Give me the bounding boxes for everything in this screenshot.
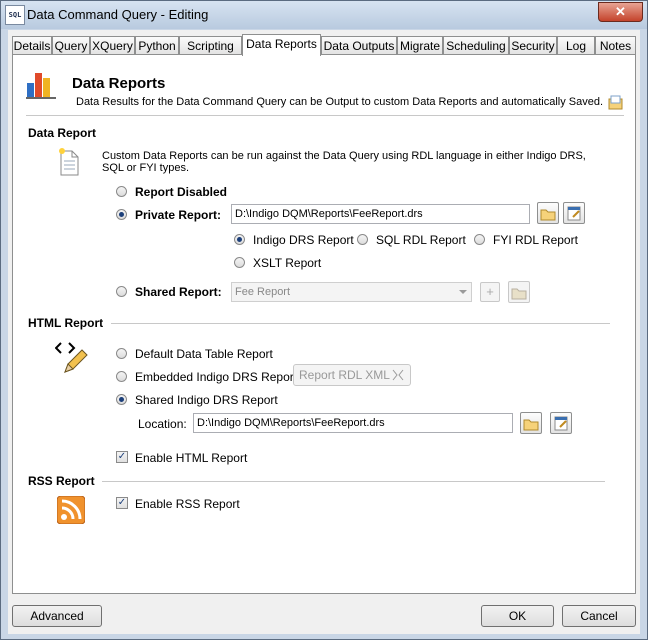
private-report-label[interactable]: Private Report:: [135, 208, 221, 222]
page-title: Data Reports: [72, 75, 166, 92]
open-folder-icon[interactable]: [608, 95, 624, 111]
edit-private-report-button[interactable]: [563, 202, 585, 224]
fyi-rdl-report-label[interactable]: FYI RDL Report: [493, 233, 578, 247]
rss-report-section-title: RSS Report: [28, 474, 95, 488]
private-report-path-input[interactable]: D:\Indigo DQM\Reports\FeeReport.drs: [231, 204, 530, 224]
default-data-table-report-radio[interactable]: [116, 348, 127, 359]
folder-icon: [511, 288, 527, 300]
html-code-pencil-icon: [55, 342, 88, 373]
indigo-drs-report-radio[interactable]: [234, 234, 245, 245]
shared-report-dropdown[interactable]: Fee Report: [231, 282, 472, 302]
report-rdl-xml-label: Report RDL XML: [299, 368, 390, 382]
indigo-drs-report-label[interactable]: Indigo DRS Report: [253, 233, 354, 247]
tab-security[interactable]: Security: [509, 36, 557, 54]
private-report-radio[interactable]: [116, 209, 127, 220]
chevron-down-icon: [459, 290, 467, 294]
enable-rss-report-checkbox[interactable]: ✓: [116, 497, 128, 509]
tab-data-outputs[interactable]: Data Outputs: [321, 36, 397, 54]
enable-html-report-label[interactable]: Enable HTML Report: [135, 451, 247, 465]
edit-document-icon: [567, 206, 581, 221]
page-description: Data Results for the Data Command Query …: [76, 96, 604, 108]
shared-indigo-drs-report-radio[interactable]: [116, 394, 127, 405]
data-report-section-title: Data Report: [28, 126, 97, 140]
folder-icon: [540, 209, 556, 221]
dialog-window: SQL Data Command Query - Editing ✕ Detai…: [0, 0, 648, 640]
tab-details[interactable]: Details: [12, 36, 52, 54]
default-data-table-report-label[interactable]: Default Data Table Report: [135, 347, 273, 361]
title-bar[interactable]: SQL Data Command Query - Editing ✕: [1, 1, 647, 29]
dialog-client: Details Query XQuery Python Scripting Da…: [8, 30, 640, 634]
embedded-indigo-drs-report-radio[interactable]: [116, 371, 127, 382]
fyi-rdl-report-radio[interactable]: [474, 234, 485, 245]
location-label: Location:: [138, 417, 187, 431]
xslt-report-radio[interactable]: [234, 257, 245, 268]
advanced-button[interactable]: Advanced: [12, 605, 102, 627]
tab-data-reports[interactable]: Data Reports: [242, 34, 321, 56]
header-divider: [26, 115, 624, 116]
edit-document-icon: [554, 416, 568, 431]
xml-edit-icon: [392, 369, 404, 381]
ok-button[interactable]: OK: [481, 605, 554, 627]
cancel-button[interactable]: Cancel: [562, 605, 636, 627]
report-disabled-label[interactable]: Report Disabled: [135, 185, 227, 199]
bar-chart-icon: [26, 73, 56, 99]
edit-location-report-button[interactable]: [550, 412, 572, 434]
shared-indigo-drs-report-label[interactable]: Shared Indigo DRS Report: [135, 393, 278, 407]
tab-scripting[interactable]: Scripting: [179, 36, 242, 54]
shared-report-value: Fee Report: [235, 286, 291, 298]
shared-report-label[interactable]: Shared Report:: [135, 285, 222, 299]
xslt-report-label[interactable]: XSLT Report: [253, 256, 321, 270]
data-report-description: Custom Data Reports can be run against t…: [102, 150, 586, 174]
rss-report-divider: [102, 481, 605, 482]
tab-migrate[interactable]: Migrate: [397, 36, 443, 54]
sql-app-icon: SQL: [5, 5, 25, 25]
browse-private-report-button[interactable]: [537, 202, 559, 224]
tab-scheduling[interactable]: Scheduling: [443, 36, 509, 54]
close-button[interactable]: ✕: [598, 2, 643, 22]
sql-rdl-report-radio[interactable]: [357, 234, 368, 245]
new-document-icon: [59, 148, 79, 176]
tab-log[interactable]: Log: [557, 36, 595, 54]
browse-shared-report-button[interactable]: [508, 281, 530, 303]
embedded-indigo-drs-report-label[interactable]: Embedded Indigo DRS Report: [135, 370, 297, 384]
tab-query[interactable]: Query: [52, 36, 90, 54]
add-shared-report-button[interactable]: +: [480, 282, 500, 302]
shared-report-radio[interactable]: [116, 286, 127, 297]
html-report-divider: [111, 323, 610, 324]
tab-python[interactable]: Python: [135, 36, 179, 54]
report-disabled-radio[interactable]: [116, 186, 127, 197]
tab-xquery[interactable]: XQuery: [90, 36, 135, 54]
location-input[interactable]: D:\Indigo DQM\Reports\FeeReport.drs: [193, 413, 513, 433]
html-report-section-title: HTML Report: [28, 316, 104, 330]
enable-html-report-checkbox[interactable]: ✓: [116, 451, 128, 463]
browse-location-button[interactable]: [520, 412, 542, 434]
rss-feed-icon: [57, 496, 85, 524]
data-reports-panel: Data Reports Data Results for the Data C…: [12, 54, 636, 594]
enable-rss-report-label[interactable]: Enable RSS Report: [135, 497, 240, 511]
sql-rdl-report-label[interactable]: SQL RDL Report: [376, 233, 466, 247]
report-rdl-xml-button[interactable]: Report RDL XML: [293, 364, 411, 386]
tab-notes[interactable]: Notes: [595, 36, 636, 54]
folder-icon: [523, 419, 539, 431]
window-title: Data Command Query - Editing: [27, 7, 209, 22]
